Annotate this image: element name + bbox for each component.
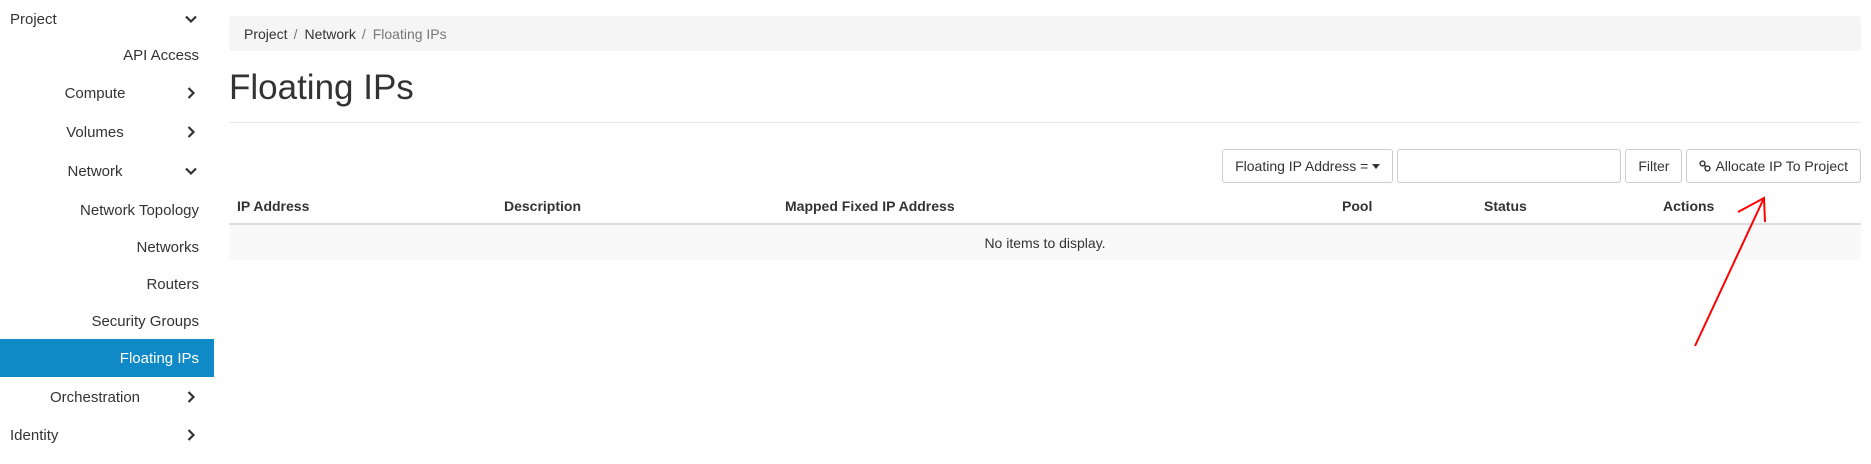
- title-divider: [229, 122, 1861, 123]
- sidebar-item-label: API Access: [123, 46, 199, 64]
- filter-field-select[interactable]: Floating IP Address =: [1222, 149, 1394, 183]
- table-header: IP Address Description Mapped Fixed IP A…: [229, 190, 1861, 225]
- breadcrumb: Project / Network / Floating IPs: [229, 16, 1861, 51]
- caret-down-icon: [1372, 163, 1381, 169]
- breadcrumb-separator: /: [361, 25, 366, 42]
- sidebar-item-label: Floating IPs: [119, 349, 199, 367]
- filter-button[interactable]: Filter: [1625, 149, 1683, 183]
- sidebar-item-networks[interactable]: Networks: [0, 228, 214, 266]
- column-header-mapped-fixed-ip[interactable]: Mapped Fixed IP Address: [785, 198, 955, 214]
- filter-field-label: Floating IP Address =: [1235, 158, 1369, 174]
- page-title: Floating IPs: [229, 68, 414, 107]
- sidebar-item-routers[interactable]: Routers: [0, 265, 214, 303]
- empty-table-row: No items to display.: [229, 225, 1861, 260]
- sidebar-item-label: Network: [67, 162, 123, 180]
- sidebar-item-label: Network Topology: [80, 201, 199, 219]
- sidebar-item-label: Identity: [10, 426, 59, 444]
- filter-button-label: Filter: [1638, 158, 1670, 174]
- chevron-down-icon: [184, 12, 198, 26]
- allocate-ip-button[interactable]: Allocate IP To Project: [1686, 149, 1861, 183]
- allocate-ip-button-label: Allocate IP To Project: [1715, 158, 1848, 174]
- floating-ips-table: IP Address Description Mapped Fixed IP A…: [229, 190, 1861, 260]
- chevron-right-icon: [184, 390, 198, 404]
- sidebar-item-label: Security Groups: [91, 312, 199, 330]
- sidebar-item-volumes[interactable]: Volumes: [0, 113, 214, 151]
- sidebar-item-label: Project: [10, 10, 57, 28]
- column-header-actions: Actions: [1663, 198, 1715, 214]
- sidebar-item-network[interactable]: Network: [0, 152, 214, 190]
- sidebar-item-compute[interactable]: Compute: [0, 74, 214, 112]
- column-header-description[interactable]: Description: [504, 198, 581, 214]
- chevron-right-icon: [184, 428, 198, 442]
- sidebar-item-orchestration[interactable]: Orchestration: [0, 378, 214, 416]
- sidebar-item-security-groups[interactable]: Security Groups: [0, 302, 214, 340]
- breadcrumb-current: Floating IPs: [372, 25, 447, 42]
- sidebar: Project API Access Compute Volumes Netwo…: [0, 0, 214, 464]
- breadcrumb-item-network[interactable]: Network: [304, 26, 355, 42]
- sidebar-item-floating-ips[interactable]: Floating IPs: [0, 339, 214, 377]
- sidebar-item-label: Compute: [64, 84, 126, 102]
- sidebar-item-identity[interactable]: Identity: [0, 416, 214, 454]
- sidebar-item-project[interactable]: Project: [0, 0, 214, 38]
- column-header-pool[interactable]: Pool: [1342, 198, 1372, 214]
- sidebar-item-network-topology[interactable]: Network Topology: [0, 191, 214, 229]
- empty-message: No items to display.: [984, 234, 1106, 251]
- table-toolbar: Floating IP Address = Filter Allocate IP…: [1222, 149, 1861, 183]
- breadcrumb-separator: /: [293, 25, 298, 42]
- column-header-status[interactable]: Status: [1484, 198, 1527, 214]
- sidebar-item-label: Networks: [136, 238, 199, 256]
- sidebar-item-label: Orchestration: [49, 388, 141, 406]
- link-icon: [1699, 160, 1712, 172]
- sidebar-item-api-access[interactable]: API Access: [0, 36, 214, 74]
- chevron-right-icon: [184, 86, 198, 100]
- sidebar-item-label: Volumes: [66, 123, 124, 141]
- filter-input[interactable]: [1397, 149, 1622, 183]
- breadcrumb-item-project[interactable]: Project: [244, 26, 288, 42]
- chevron-down-icon: [184, 164, 198, 178]
- column-header-ip-address[interactable]: IP Address: [237, 198, 309, 214]
- chevron-right-icon: [184, 125, 198, 139]
- sidebar-item-label: Routers: [146, 275, 199, 293]
